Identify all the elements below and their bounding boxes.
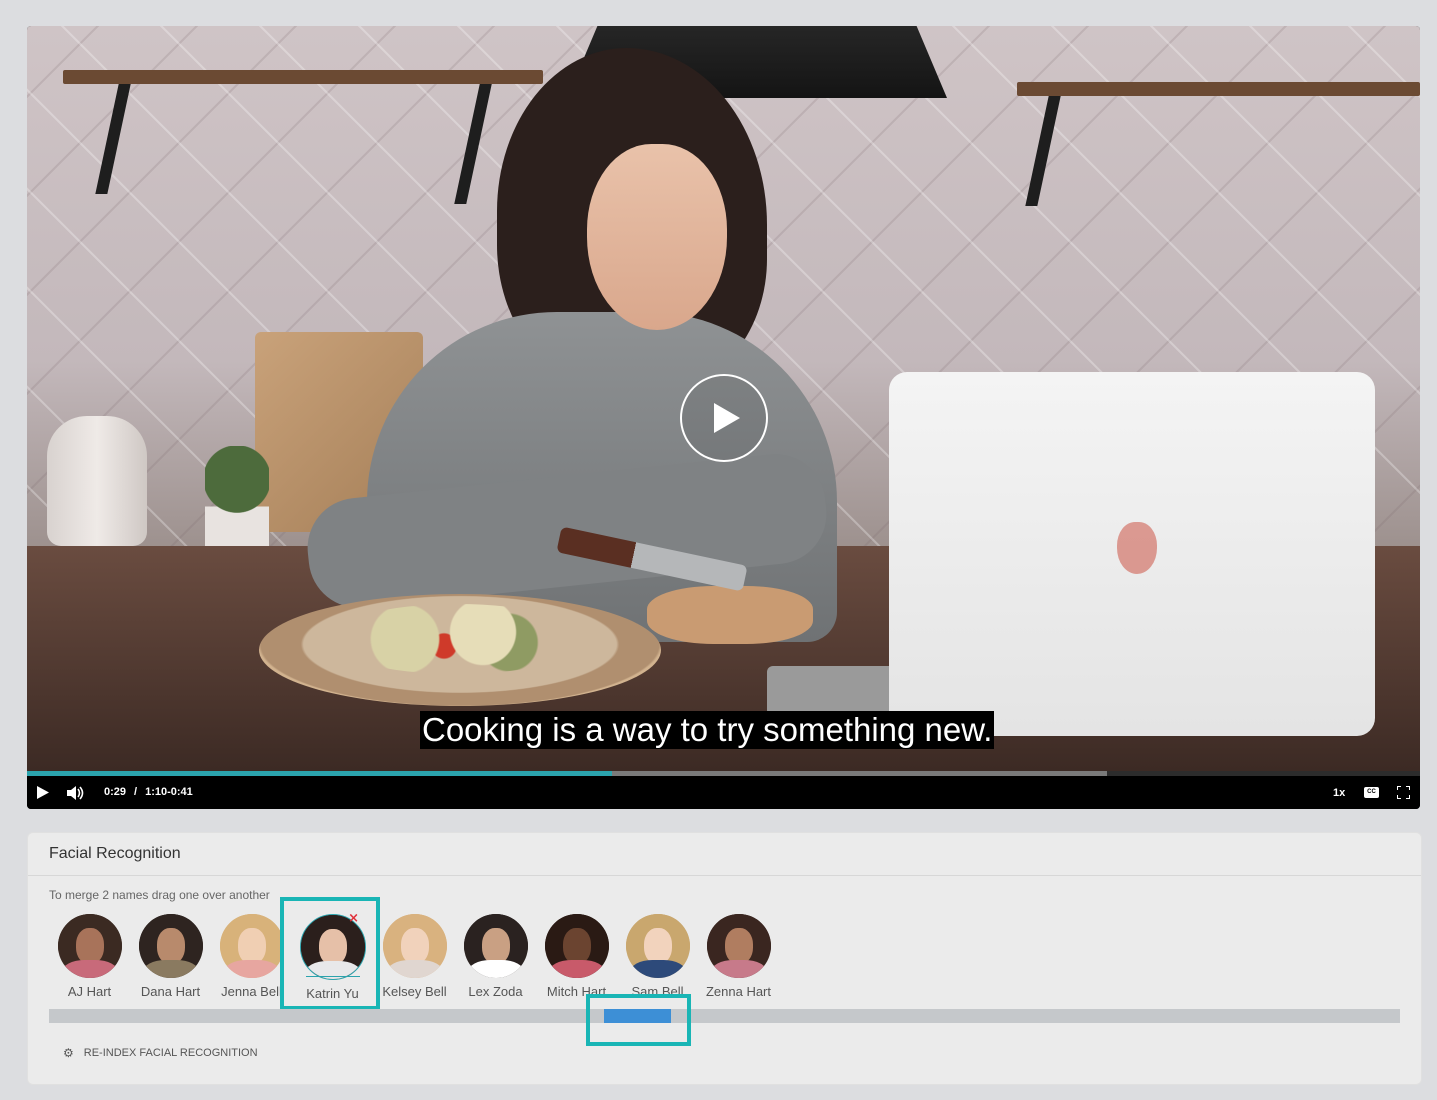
selected-face-highlight [280, 897, 380, 1010]
facial-recognition-panel: Facial Recognition To merge 2 names drag… [27, 832, 1422, 1085]
face-item[interactable]: Lex Zoda [455, 914, 536, 1014]
face-name: Lex Zoda [468, 984, 523, 999]
face-avatar[interactable] [219, 914, 284, 978]
avatar-face [400, 928, 429, 964]
playback-speed-button[interactable]: 1x [1333, 776, 1345, 809]
volume-button[interactable] [67, 776, 85, 809]
video-frame[interactable]: Cooking is a way to try something new. [27, 26, 1420, 771]
avatar-face [156, 928, 185, 964]
avatar-face [75, 928, 104, 964]
avatar-face [643, 928, 672, 964]
avatar-face [481, 928, 510, 964]
ceramic-jar [47, 416, 147, 546]
gear-icon: ⚙ [63, 1046, 74, 1060]
captions-button[interactable]: CC [1364, 776, 1379, 809]
time-range: 1:10-0:41 [145, 786, 193, 798]
salad [327, 604, 587, 674]
scroll-thumb-highlight [586, 994, 691, 1046]
reindex-button[interactable]: ⚙ RE-INDEX FACIAL RECOGNITION [63, 1046, 258, 1060]
fullscreen-icon [1397, 786, 1410, 799]
face-avatar[interactable] [138, 914, 203, 978]
avatar-shirt [223, 960, 280, 978]
divider [28, 875, 1421, 876]
avatar-shirt [61, 960, 118, 978]
chopping-board [647, 586, 813, 644]
face-item[interactable]: AJ Hart [49, 914, 130, 1014]
play-button[interactable] [37, 776, 49, 809]
time-display: 0:29 / 1:10-0:41 [104, 776, 193, 809]
left-shelf [63, 70, 543, 84]
merge-hint: To merge 2 names drag one over another [49, 888, 270, 902]
panel-title: Facial Recognition [49, 845, 181, 862]
avatar-face [724, 928, 753, 964]
subtitle-caption: Cooking is a way to try something new. [420, 711, 995, 749]
apple-logo-icon [1117, 522, 1157, 574]
control-bar: 0:29 / 1:10-0:41 1x CC [27, 776, 1420, 809]
potted-plant [205, 446, 269, 556]
fullscreen-button[interactable] [1397, 776, 1410, 809]
big-play-button[interactable] [680, 374, 768, 462]
face-name: Zenna Hart [705, 984, 772, 999]
horizontal-scrollbar[interactable] [49, 1009, 1400, 1023]
face-item[interactable]: Kelsey Bell [374, 914, 455, 1014]
avatar-shirt [142, 960, 199, 978]
avatar-face [562, 928, 591, 964]
avatar-shirt [467, 960, 524, 978]
avatar-face [237, 928, 266, 964]
speed-label: 1x [1333, 786, 1346, 799]
person-face [587, 144, 727, 330]
avatar-shirt [548, 960, 605, 978]
reindex-label: RE-INDEX FACIAL RECOGNITION [83, 1047, 258, 1059]
face-avatar[interactable] [382, 914, 447, 978]
face-avatar[interactable] [544, 914, 609, 978]
face-avatar[interactable] [625, 914, 690, 978]
right-shelf [1017, 82, 1420, 96]
play-icon [714, 403, 740, 433]
face-avatar[interactable] [706, 914, 771, 978]
volume-icon [67, 785, 84, 800]
avatar-shirt [386, 960, 443, 978]
cc-icon: CC [1364, 787, 1379, 798]
face-name: AJ Hart [67, 984, 112, 999]
avatar-shirt [710, 960, 767, 978]
play-icon [37, 786, 49, 799]
face-avatar[interactable] [57, 914, 122, 978]
face-avatar[interactable] [463, 914, 528, 978]
face-item[interactable]: Zenna Hart [698, 914, 779, 1014]
current-time: 0:29 [104, 786, 127, 798]
time-separator: / [134, 786, 138, 798]
video-player[interactable]: Cooking is a way to try something new. 0… [27, 26, 1420, 809]
face-name: Kelsey Bell [382, 984, 447, 999]
face-name: Dana Hart [140, 984, 201, 999]
face-item[interactable]: Dana Hart [130, 914, 211, 1014]
avatar-shirt [629, 960, 686, 978]
